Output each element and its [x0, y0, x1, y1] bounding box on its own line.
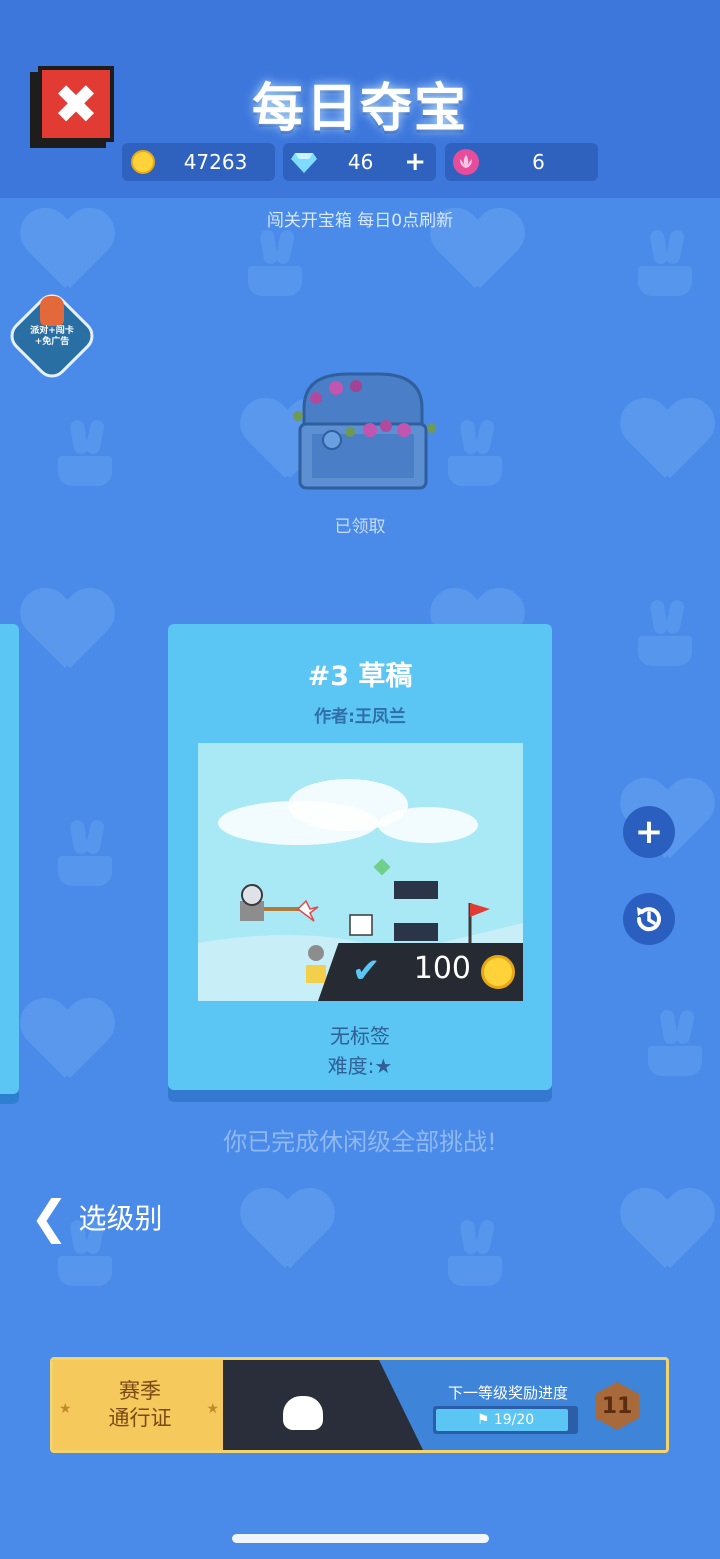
previous-level-card[interactable]: [0, 624, 19, 1094]
page-title: 每日夺宝: [251, 79, 468, 139]
add-gems-button[interactable]: +: [404, 147, 426, 177]
next-reward-label: 下一等级奖励进度: [447, 1384, 568, 1402]
season-pass-artwork: [223, 1360, 423, 1450]
refresh-info: 闯关开宝箱 每日0点刷新: [266, 211, 454, 231]
home-indicator[interactable]: [232, 1534, 489, 1543]
back-label: 选级别: [78, 1202, 163, 1235]
back-to-difficulty-button[interactable]: ❮ 选级别: [30, 1194, 163, 1240]
history-button[interactable]: [623, 893, 675, 945]
no-ads-pass-badge[interactable]: 派对+闯卡 +免广告: [3, 287, 101, 385]
season-pass-banner[interactable]: ★ 赛季 通行证 ★ 下一等级奖励进度 ⚑ 19/20 11: [50, 1357, 669, 1453]
coin-value: 47263: [183, 150, 248, 174]
reward-progress-bar: ⚑ 19/20: [433, 1406, 578, 1434]
star-icon: ★: [206, 1401, 219, 1417]
level-tag: 无标签: [330, 1024, 390, 1048]
completed-reward: ✔ 100: [318, 943, 523, 1001]
level-card[interactable]: #3 草稿 作者:王凤兰 ✔ 100 无标签 难度:★: [168, 624, 552, 1090]
level-author: 作者:王凤兰: [314, 707, 406, 727]
chevron-left-icon: ❮: [30, 1190, 69, 1244]
coin-icon: [130, 149, 156, 175]
gem-value: 46: [347, 150, 374, 174]
lotus-value: 6: [532, 150, 545, 174]
gem-counter[interactable]: 46 +: [283, 143, 436, 181]
lotus-counter: 6: [445, 143, 598, 181]
level-preview[interactable]: ✔ 100: [198, 743, 523, 1001]
season-pass-line1: 赛季: [119, 1379, 161, 1403]
plus-icon: +: [634, 812, 664, 852]
season-pass-line2: 通行证: [108, 1406, 172, 1430]
coin-icon: [481, 955, 515, 989]
checkmark-icon: ✔: [352, 951, 381, 991]
progress-text: ⚑ 19/20: [476, 1412, 535, 1428]
fox-mascot-icon: [40, 296, 64, 326]
reward-amount: 100: [413, 951, 471, 986]
completion-message: 你已完成休闲级全部挑战!: [223, 1128, 497, 1156]
add-button[interactable]: +: [623, 806, 675, 858]
badge-text: 派对+闯卡 +免广告: [30, 326, 74, 347]
level-difficulty: 难度:★: [327, 1054, 393, 1078]
treasure-chest[interactable]: [286, 368, 437, 496]
level-title: #3 草稿: [307, 661, 413, 692]
chest-status: 已领取: [334, 517, 386, 537]
skull-icon: [283, 1396, 323, 1430]
season-pass-label: ★ 赛季 通行证 ★: [53, 1360, 227, 1450]
diamond-icon: [291, 149, 317, 175]
history-clock-icon: [636, 907, 661, 932]
lotus-icon: [453, 149, 479, 175]
coin-counter: 47263: [122, 143, 275, 181]
star-icon: ★: [59, 1401, 72, 1417]
season-level-badge: 11: [595, 1382, 639, 1430]
